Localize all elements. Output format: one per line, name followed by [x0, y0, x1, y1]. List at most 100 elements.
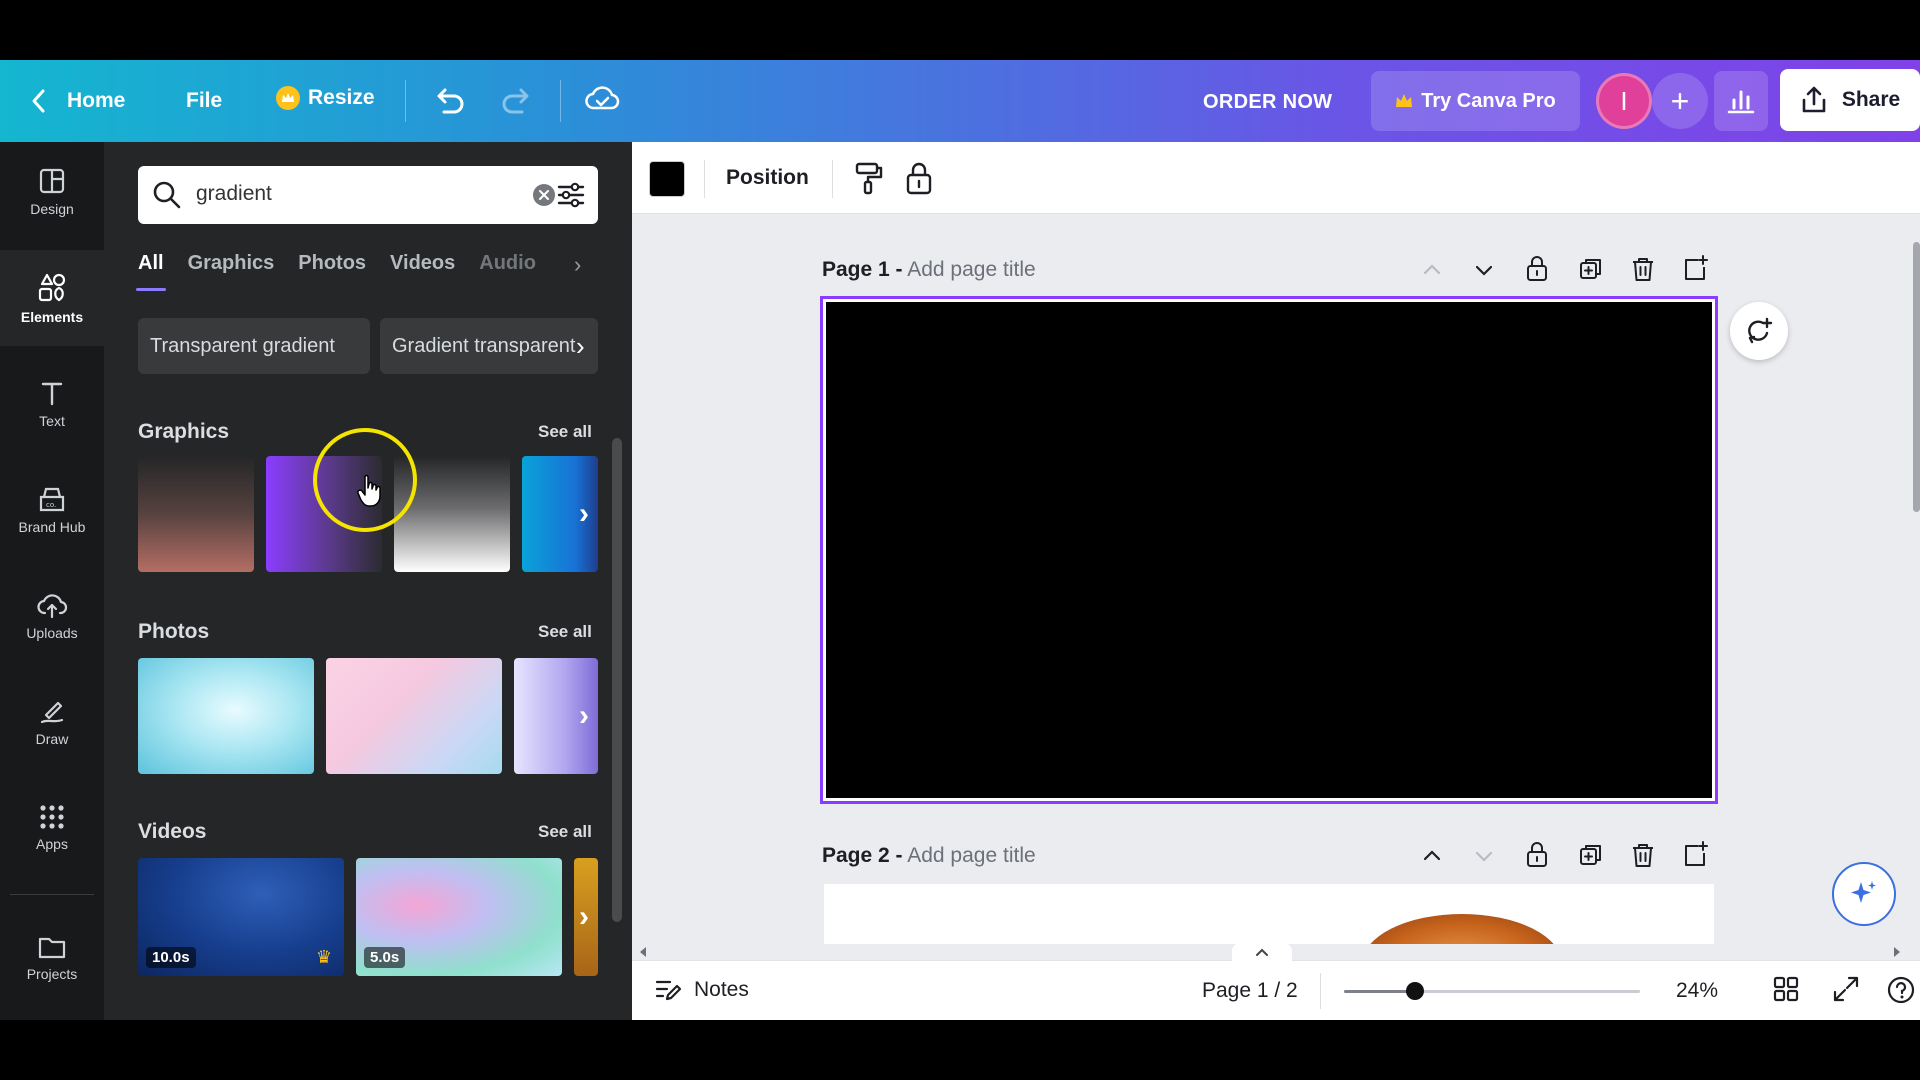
help-icon[interactable]	[1886, 975, 1916, 1005]
tab-all[interactable]: All	[136, 252, 166, 292]
chevron-down-icon[interactable]	[1472, 844, 1496, 868]
photo-thumbnail[interactable]	[138, 658, 314, 774]
search-input[interactable]	[196, 182, 496, 206]
try-canva-pro-button[interactable]: Try Canva Pro	[1371, 71, 1580, 131]
layout-icon	[39, 168, 65, 194]
trash-icon[interactable]	[1630, 842, 1656, 868]
filter-icon[interactable]	[556, 180, 586, 210]
video-thumbnail[interactable]: 5.0s	[356, 858, 562, 976]
cloud-save-icon[interactable]	[584, 82, 620, 116]
see-all-graphics-link[interactable]: See all	[538, 422, 592, 442]
toolbar-divider	[704, 160, 705, 198]
page-2-canvas[interactable]	[824, 884, 1714, 944]
rail-divider	[10, 894, 94, 895]
rail-item-draw[interactable]: Draw	[0, 674, 104, 770]
position-button[interactable]: Position	[726, 166, 809, 190]
home-button[interactable]: Home	[67, 89, 125, 113]
resize-label: Resize	[308, 86, 375, 109]
duplicate-icon[interactable]	[1578, 256, 1604, 282]
background-color-swatch[interactable]	[649, 161, 685, 197]
lock-icon[interactable]	[1524, 840, 1550, 868]
vertical-scrollbar-thumb[interactable]	[1913, 242, 1920, 512]
folder-icon	[38, 937, 66, 959]
pizza-image[interactable]	[1362, 914, 1562, 944]
rail-item-projects[interactable]: Projects	[0, 910, 104, 1006]
duplicate-icon[interactable]	[1578, 842, 1604, 868]
page-1-title-input[interactable]: Add page title	[907, 258, 1035, 281]
section-title-videos: Videos	[138, 820, 207, 843]
photos-scroll-right-icon[interactable]: ›	[570, 658, 598, 774]
tab-videos[interactable]: Videos	[390, 252, 455, 292]
graphic-thumbnail[interactable]	[394, 456, 510, 572]
back-icon[interactable]	[28, 87, 50, 115]
tab-photos[interactable]: Photos	[298, 252, 366, 292]
suggestion-chip[interactable]: Gradient transparent	[380, 318, 598, 374]
tab-graphics[interactable]: Graphics	[188, 252, 275, 292]
add-collaborator-button[interactable]: +	[1652, 73, 1708, 129]
regenerate-button[interactable]	[1730, 302, 1788, 360]
paint-roller-icon[interactable]	[854, 160, 884, 196]
add-page-icon[interactable]	[1682, 840, 1708, 868]
see-all-photos-link[interactable]: See all	[538, 622, 592, 642]
clear-search-icon[interactable]	[533, 184, 555, 206]
lock-icon[interactable]	[904, 160, 934, 196]
zoom-level[interactable]: 24%	[1676, 979, 1718, 1003]
fullscreen-icon[interactable]	[1832, 975, 1860, 1003]
chevron-up-icon[interactable]	[1420, 844, 1444, 868]
chips-scroll-right-icon[interactable]: ›	[576, 318, 600, 374]
search-tabs: All Graphics Photos Videos Audio	[136, 252, 560, 292]
page-2-title-input[interactable]: Add page title	[907, 844, 1035, 867]
redo-icon[interactable]	[500, 84, 534, 116]
crown-icon: ♛	[315, 947, 332, 967]
rail-label: Elements	[20, 309, 84, 325]
file-menu-button[interactable]: File	[186, 89, 222, 113]
show-pages-chevron-up-icon[interactable]	[1232, 943, 1292, 961]
rail-label: Uploads	[26, 625, 78, 641]
see-all-videos-link[interactable]: See all	[538, 822, 592, 842]
photo-thumbnail[interactable]	[326, 658, 502, 774]
trash-icon[interactable]	[1630, 256, 1656, 282]
notes-icon	[655, 980, 682, 1001]
resize-button[interactable]: Resize	[276, 86, 375, 110]
top-bar: Home File Resize ORDER NOW Try Canva Pro…	[0, 60, 1920, 142]
share-icon	[1802, 86, 1826, 113]
videos-scroll-right-icon[interactable]: ›	[570, 858, 598, 976]
share-button[interactable]: Share	[1780, 69, 1920, 131]
undo-icon[interactable]	[432, 84, 466, 116]
video-thumbnail[interactable]: 10.0s ♛	[138, 858, 344, 976]
zoom-slider-handle[interactable]	[1406, 982, 1425, 1000]
page-indicator[interactable]: Page 1 / 2	[1202, 979, 1298, 1003]
rail-item-design[interactable]: Design	[0, 144, 104, 240]
graphics-scroll-right-icon[interactable]: ›	[570, 456, 598, 572]
sparkle-icon	[1851, 881, 1876, 903]
toolbar-divider	[832, 160, 833, 198]
rail-item-elements[interactable]: Elements	[0, 250, 104, 346]
lock-icon[interactable]	[1524, 254, 1550, 282]
insights-button[interactable]	[1714, 71, 1768, 131]
graphic-thumbnail[interactable]	[138, 456, 254, 572]
suggestion-chip[interactable]: Transparent gradient	[138, 318, 370, 374]
avatar[interactable]: I	[1596, 73, 1652, 129]
page-1-header: Page 1 - Add page title	[822, 258, 1036, 282]
notes-button[interactable]: Notes	[654, 977, 749, 1003]
refresh-sparkle-icon	[1748, 317, 1773, 344]
tabs-scroll-right-icon[interactable]: ›	[574, 252, 581, 278]
panel-scrollbar[interactable]	[612, 438, 622, 922]
rail-item-uploads[interactable]: Uploads	[0, 568, 104, 664]
rail-item-brand-hub[interactable]: co. Brand Hub	[0, 462, 104, 558]
chevron-up-icon[interactable]	[1420, 258, 1444, 282]
rail-label: Draw	[35, 731, 69, 747]
graphic-thumbnail[interactable]	[266, 456, 382, 572]
pen-icon	[40, 701, 64, 724]
tab-audio[interactable]: Audio	[479, 252, 536, 292]
order-now-button[interactable]: ORDER NOW	[1203, 91, 1332, 114]
letterbox-bottom	[0, 1020, 1920, 1080]
magic-assistant-button[interactable]	[1832, 862, 1896, 926]
chevron-down-icon[interactable]	[1472, 258, 1496, 282]
page-1-canvas[interactable]	[820, 296, 1718, 804]
rail-item-text[interactable]: Text	[0, 356, 104, 452]
grid-view-icon[interactable]	[1772, 975, 1800, 1003]
rail-item-apps[interactable]: Apps	[0, 780, 104, 876]
page-1-background[interactable]	[826, 302, 1712, 798]
add-page-icon[interactable]	[1682, 254, 1708, 282]
